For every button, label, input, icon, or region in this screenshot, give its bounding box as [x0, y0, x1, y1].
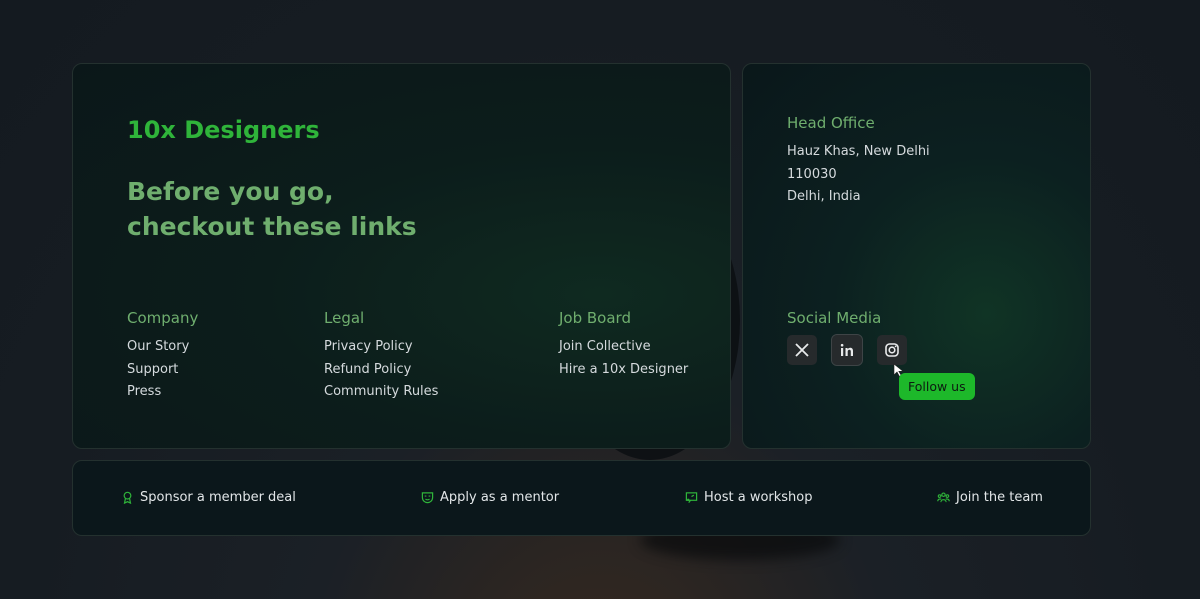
link-our-story[interactable]: Our Story: [127, 336, 198, 359]
legal-column: Legal Privacy Policy Refund Policy Commu…: [324, 309, 438, 404]
job-board-column: Job Board Join Collective Hire a 10x Des…: [559, 309, 688, 381]
address-line-2: 110030: [787, 166, 837, 182]
join-team-label: Join the team: [956, 490, 1043, 505]
address-line-1: Hauz Khas, New Delhi: [787, 144, 930, 159]
link-support[interactable]: Support: [127, 359, 198, 382]
social-media-title: Social Media: [787, 309, 882, 327]
presentation-icon: [685, 492, 698, 503]
legal-title: Legal: [324, 309, 365, 327]
company-column: Company Our Story Support Press: [127, 309, 198, 404]
headline-line-1: Before you go,: [127, 177, 334, 206]
team-icon: [937, 492, 950, 503]
social-icons: [787, 334, 907, 366]
company-title: Company: [127, 309, 199, 327]
sponsor-deal-link[interactable]: Sponsor a member deal: [121, 490, 296, 505]
x-icon[interactable]: [787, 335, 817, 365]
brand-title: 10x Designers: [127, 116, 320, 144]
instagram-icon[interactable]: [877, 335, 907, 365]
actions-bar: Sponsor a member deal Apply as a mentor …: [72, 460, 1091, 536]
host-workshop-label: Host a workshop: [704, 490, 813, 505]
social-media: Social Media Follow us: [787, 309, 975, 400]
link-refund-policy[interactable]: Refund Policy: [324, 359, 438, 382]
apply-mentor-link[interactable]: Apply as a mentor: [421, 490, 559, 505]
apply-mentor-label: Apply as a mentor: [440, 490, 560, 505]
link-privacy-policy[interactable]: Privacy Policy: [324, 336, 438, 359]
link-community-rules[interactable]: Community Rules: [324, 381, 438, 404]
headline: Before you go, checkout these links: [127, 174, 417, 244]
linkedin-icon[interactable]: [831, 334, 863, 366]
join-team-link[interactable]: Join the team: [937, 490, 1043, 505]
head-office-title: Head Office: [787, 114, 875, 132]
follow-us-tooltip: Follow us: [899, 373, 975, 400]
award-icon: [123, 491, 132, 504]
job-board-title: Job Board: [559, 309, 631, 327]
link-join-collective[interactable]: Join Collective: [559, 336, 688, 359]
host-workshop-link[interactable]: Host a workshop: [685, 490, 813, 505]
sponsor-deal-label: Sponsor a member deal: [140, 490, 296, 505]
contact-card: Head Office Hauz Khas, New Delhi 110030 …: [742, 63, 1091, 449]
link-press[interactable]: Press: [127, 381, 198, 404]
mask-icon: [421, 492, 434, 504]
links-card: 10x Designers Before you go, checkout th…: [72, 63, 731, 449]
headline-line-2: checkout these links: [127, 212, 417, 241]
head-office: Head Office Hauz Khas, New Delhi 110030 …: [787, 114, 930, 209]
address-line-3: Delhi, India: [787, 189, 861, 204]
link-hire-designer[interactable]: Hire a 10x Designer: [559, 359, 688, 382]
